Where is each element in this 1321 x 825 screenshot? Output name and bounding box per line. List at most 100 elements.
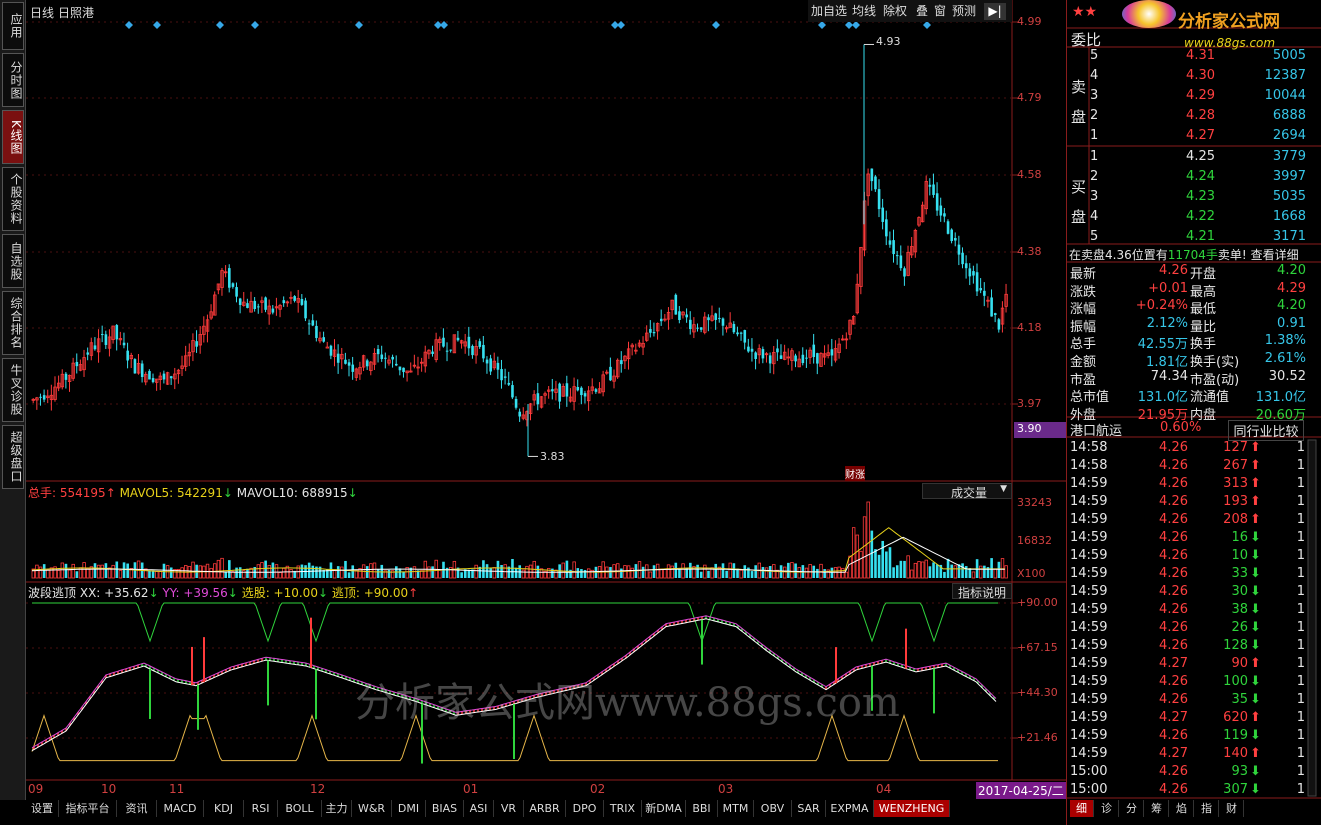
tick-count: 1: [1296, 602, 1305, 617]
tick-time: 14:59: [1070, 548, 1108, 563]
quote-tab[interactable]: 焰: [1170, 800, 1194, 817]
volume-label: 总手:: [28, 486, 57, 500]
add-watchlist-button[interactable]: 加自选: [811, 3, 847, 20]
tick-time: 14:59: [1070, 656, 1108, 671]
candle-body: [104, 334, 108, 345]
volume-bar: [38, 566, 43, 579]
candle-body: [93, 345, 97, 350]
indicator-tab[interactable]: 设置: [26, 800, 59, 817]
candle-body: [739, 332, 743, 334]
indicator-help-button[interactable]: 指标说明: [952, 583, 1012, 600]
volume-bar: [888, 547, 892, 578]
indicator-tab[interactable]: DPO: [566, 800, 604, 817]
volume-bar: [289, 568, 293, 579]
orderbook-level: 4: [1090, 68, 1099, 83]
indicator-tab[interactable]: DMI: [392, 800, 426, 817]
indicator-tab[interactable]: 指标平台: [59, 800, 117, 817]
stat-value: 0.91: [1277, 315, 1306, 331]
candle-body: [736, 332, 739, 335]
exright-button[interactable]: 除权: [883, 3, 907, 20]
finance-badge[interactable]: 财涨: [845, 466, 865, 481]
indicator-tab[interactable]: 资讯: [117, 800, 157, 817]
indicator-tab[interactable]: TRIX: [604, 800, 642, 817]
indicator-tab[interactable]: VR: [494, 800, 524, 817]
arrow-up-icon: ⬆: [1250, 512, 1261, 527]
tab-watchlist[interactable]: 自选股: [2, 234, 24, 288]
volume-bar: [496, 560, 500, 578]
indicator-tab[interactable]: SAR: [792, 800, 826, 817]
candle-body: [659, 318, 663, 322]
tab-intraday[interactable]: 分时图: [2, 53, 24, 107]
volume-bar: [169, 567, 173, 578]
quote-tab[interactable]: 诊: [1095, 800, 1119, 817]
collapse-icon[interactable]: ▶|: [984, 3, 1006, 20]
indicator-tab[interactable]: EXPMA: [826, 800, 874, 817]
quote-tab[interactable]: 分: [1120, 800, 1144, 817]
indicator-tab[interactable]: BOLL: [278, 800, 322, 817]
ma-button[interactable]: 均线: [852, 3, 876, 20]
volume-bar: [862, 516, 867, 579]
tab-super-panel[interactable]: 超级盘口: [2, 425, 24, 489]
indicator-tab[interactable]: MACD: [157, 800, 204, 817]
indicator-tab[interactable]: WENZHENG: [874, 800, 950, 817]
tick-price: 4.26: [1159, 782, 1188, 797]
industry-compare-button[interactable]: 同行业比较: [1228, 420, 1304, 441]
tick-count: 1: [1296, 530, 1305, 545]
tick-count: 1: [1296, 494, 1305, 509]
quote-tab[interactable]: 细: [1070, 800, 1094, 817]
tick-time: 14:59: [1070, 674, 1108, 689]
candle-body: [743, 330, 747, 343]
candle-body: [496, 362, 500, 370]
indicator-tab[interactable]: ARBR: [524, 800, 566, 817]
sector-name[interactable]: 港口航运: [1070, 420, 1122, 439]
quote-tab[interactable]: 筹: [1145, 800, 1169, 817]
notice-detail-link[interactable]: 查看详细: [1251, 248, 1299, 262]
forecast-button[interactable]: 预测: [952, 3, 976, 20]
candle-body: [100, 334, 104, 336]
sector-change: 0.60%: [1160, 420, 1202, 435]
candle-body: [801, 354, 805, 364]
volume-bar: [67, 569, 72, 579]
tab-ranking[interactable]: 综合排名: [2, 291, 24, 355]
volume-bar: [158, 571, 163, 579]
indicator-tab[interactable]: RSI: [244, 800, 278, 817]
candle-body: [620, 360, 623, 365]
indicator-tab[interactable]: 新DMA: [642, 800, 686, 817]
volume-bar: [307, 562, 311, 578]
indicator-tab[interactable]: KDJ: [204, 800, 244, 817]
candle-body: [718, 317, 721, 319]
tab-app[interactable]: 应用: [2, 2, 24, 50]
candle-body: [957, 244, 961, 255]
tick-time: 14:58: [1070, 440, 1108, 455]
tab-kline[interactable]: K线图: [2, 110, 24, 164]
volume-bar: [851, 527, 856, 579]
stat-value: 4.26: [1159, 263, 1188, 278]
volume-bar: [249, 567, 253, 579]
stat-value: +0.24%: [1135, 298, 1188, 314]
month-label: 01: [463, 782, 479, 796]
tick-volume: 26: [1231, 620, 1248, 635]
indicator-tab[interactable]: BIAS: [426, 800, 464, 817]
volume-bar: [369, 563, 373, 579]
candle-body: [456, 337, 460, 341]
tab-diagnosis[interactable]: 牛叉诊股: [2, 358, 24, 422]
indicator-tab[interactable]: 主力: [322, 800, 352, 817]
tab-stock-info[interactable]: 个股资料: [2, 167, 24, 231]
volume-indicator-select[interactable]: 成交量 ▼: [922, 483, 1012, 500]
tick-volume: 35: [1231, 692, 1248, 707]
tick-price: 4.26: [1159, 674, 1188, 689]
tick-time: 14:59: [1070, 512, 1108, 527]
tick-time: 14:59: [1070, 728, 1108, 743]
indicator-tab[interactable]: W&R: [352, 800, 392, 817]
indicator-tab[interactable]: ASI: [464, 800, 494, 817]
indicator-axis-label: +67.15: [1017, 641, 1058, 654]
indicator-tab[interactable]: MTM: [718, 800, 754, 817]
overlay-button[interactable]: 叠: [916, 3, 928, 20]
window-button[interactable]: 窗: [934, 3, 946, 20]
indicator-tab[interactable]: BBI: [686, 800, 718, 817]
quote-tab[interactable]: 财: [1220, 800, 1244, 817]
notice-volume: 11704手: [1167, 248, 1218, 262]
quote-tab[interactable]: 指: [1195, 800, 1219, 817]
indicator-tab[interactable]: OBV: [754, 800, 792, 817]
candle-body: [895, 255, 899, 257]
